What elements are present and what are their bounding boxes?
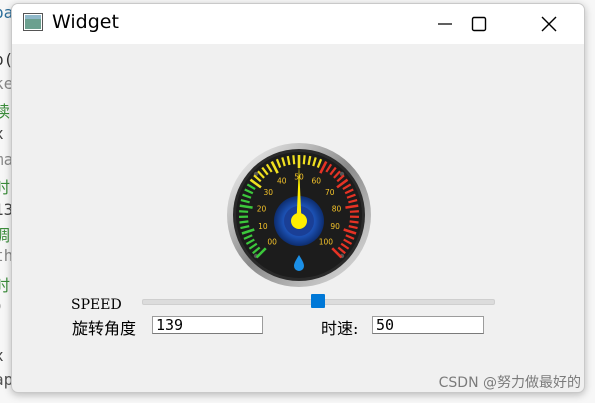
gauge-label: 80 <box>332 205 342 214</box>
gauge-label: 30 <box>263 188 273 197</box>
speed-value-input[interactable] <box>372 316 484 334</box>
gauge-tick <box>302 155 306 165</box>
background-code-line: x <box>0 346 4 365</box>
background-code-line: ) <box>0 296 4 315</box>
background-code-line: 调 <box>0 226 11 245</box>
gauge-tick <box>239 220 249 224</box>
speed-text-label: 时速: <box>321 319 359 338</box>
csdn-watermark: CSDN @努力做最好的 <box>438 375 581 391</box>
gauge-label: 10 <box>258 222 268 231</box>
speed-slider-handle[interactable] <box>310 294 325 308</box>
background-code-line: 时 <box>0 178 11 197</box>
gauge-label: 70 <box>325 188 335 197</box>
background-code-line: 读 <box>0 102 11 121</box>
close-icon <box>541 16 557 32</box>
gauge-label: 00 <box>267 237 277 246</box>
gauge-label: 100 <box>319 237 334 246</box>
window-title: Widget <box>52 11 119 33</box>
gauge-needle-cap <box>291 213 307 229</box>
speed-gauge: 00102030405060708090100 <box>227 143 371 287</box>
close-button[interactable] <box>526 4 572 44</box>
title-bar[interactable]: Widget <box>12 4 584 44</box>
widget-window: Widget 00 10 20 30 40 60 70 80 90 100 SP… <box>11 3 585 393</box>
rotation-angle-input[interactable] <box>152 316 263 334</box>
gauge-tick <box>239 210 249 213</box>
maximize-icon <box>471 16 487 32</box>
background-code-line: 时 <box>0 276 11 295</box>
gauge-tick <box>292 155 296 165</box>
minimize-icon <box>438 23 452 25</box>
speed-label: SPEED <box>71 297 122 313</box>
gauge-label: 40 <box>277 177 287 186</box>
app-window-icon <box>23 13 43 31</box>
gauge-label: 60 <box>311 177 321 186</box>
gauge-label: 20 <box>257 205 267 214</box>
background-code-line: x <box>0 124 4 143</box>
gauge-tick <box>349 210 359 213</box>
gauge-label: 90 <box>330 222 340 231</box>
rotation-angle-label: 旋转角度 <box>72 319 137 338</box>
gauge-tick <box>349 220 359 224</box>
maximize-button[interactable] <box>456 4 502 44</box>
